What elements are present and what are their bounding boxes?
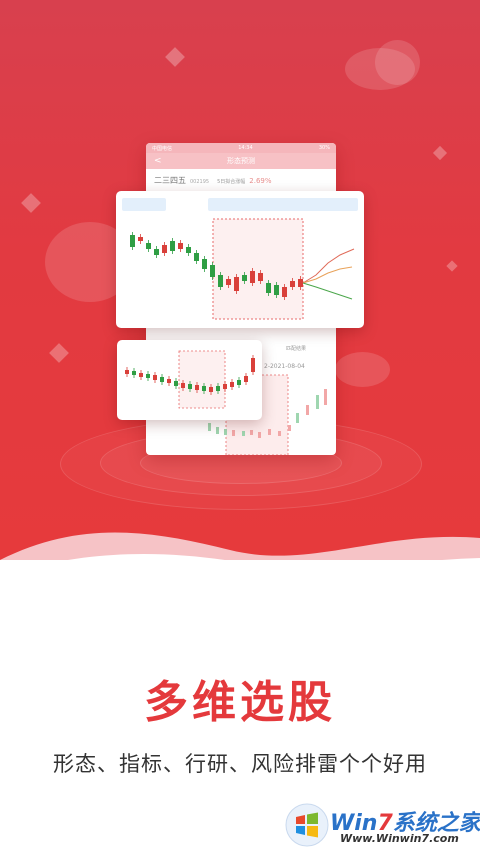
match-chart-card <box>117 340 262 420</box>
candle-body <box>146 374 150 378</box>
diamond-decoration <box>165 47 185 67</box>
candle-body <box>139 373 143 377</box>
watermark-logo: Win7系统之家 Www.Winwin7.com <box>282 800 480 850</box>
candle-body <box>209 387 213 392</box>
hero-banner: 中国电信 14:34 30% < 形态预测 二三四五 002195 5日拟合涨幅… <box>0 0 480 560</box>
small-candlestick-chart <box>125 350 255 409</box>
candle-body <box>202 386 206 391</box>
candle-body <box>266 283 271 293</box>
candle-body <box>234 277 239 291</box>
candle-body <box>290 281 295 287</box>
diamond-decoration <box>446 260 458 272</box>
candle-body <box>170 241 175 251</box>
candle-body <box>188 384 192 389</box>
candle-body <box>195 385 199 390</box>
diamond-decoration <box>49 343 69 363</box>
candle-body <box>226 279 231 285</box>
candle-body <box>242 275 247 281</box>
candle-body <box>194 253 199 261</box>
candle-body <box>237 380 241 385</box>
candle-body <box>202 259 207 269</box>
candle-body <box>174 381 178 386</box>
candle-body <box>181 383 185 388</box>
windows-logo-icon <box>285 803 329 847</box>
candle-body <box>167 379 171 383</box>
diamond-decoration <box>21 193 41 213</box>
candle-body <box>223 384 227 389</box>
wave-divider <box>0 532 480 560</box>
candle-body <box>230 382 234 387</box>
page-headline: 多维选股 <box>144 677 336 728</box>
candle-body <box>162 245 167 253</box>
pattern-chart-card <box>116 191 364 328</box>
cloud-decoration <box>375 40 420 85</box>
candle-body <box>146 243 151 249</box>
candle-body <box>244 376 248 382</box>
candle-body <box>132 371 136 375</box>
candle-body <box>258 273 263 281</box>
candle-body <box>251 358 255 372</box>
candle-body <box>216 386 220 391</box>
candle-body <box>138 237 143 241</box>
candle-body <box>153 375 157 380</box>
candle-body <box>250 271 255 283</box>
candle-body <box>154 249 159 255</box>
candle-body <box>218 275 223 287</box>
diamond-decoration <box>432 145 448 161</box>
watermark-url: Www.Winwin7.com <box>340 832 459 845</box>
candlestick-chart <box>130 218 355 320</box>
candle-body <box>186 247 191 253</box>
page-subline: 形态、指标、行研、风险排雷个个好用 <box>53 752 427 776</box>
candle-body <box>274 285 279 295</box>
candle-body <box>178 243 183 249</box>
candle-body <box>282 287 287 297</box>
cloud-decoration <box>335 352 390 387</box>
candle-body <box>130 235 135 247</box>
candle-body <box>160 377 164 382</box>
candle-body <box>210 265 215 277</box>
candle-body <box>125 370 129 374</box>
candle-body <box>298 279 303 287</box>
